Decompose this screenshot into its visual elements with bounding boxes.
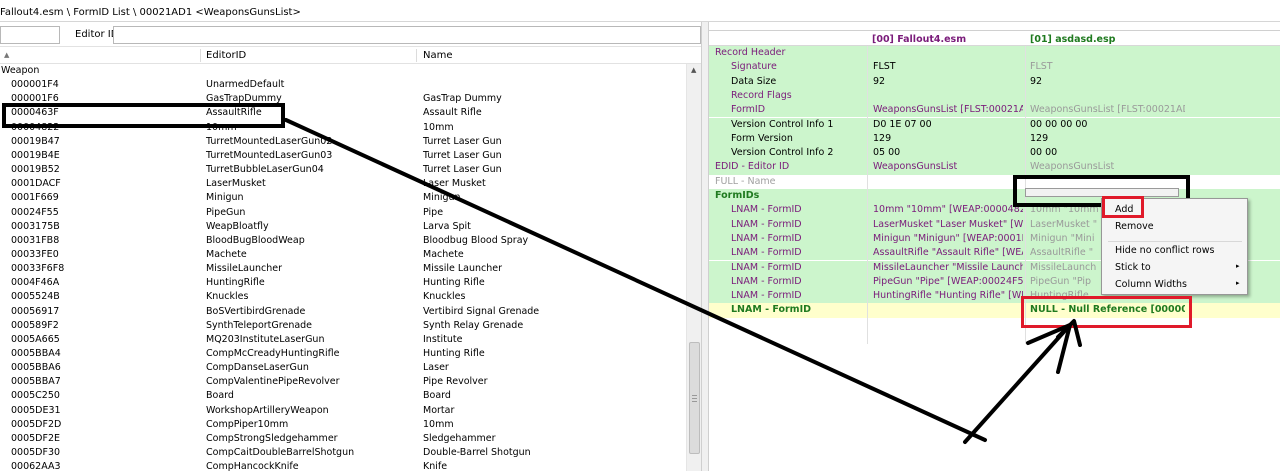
annotation-arrow-line — [284, 118, 987, 442]
annotation-arrow-line — [963, 323, 1072, 444]
annotation-arrows — [284, 118, 1082, 444]
